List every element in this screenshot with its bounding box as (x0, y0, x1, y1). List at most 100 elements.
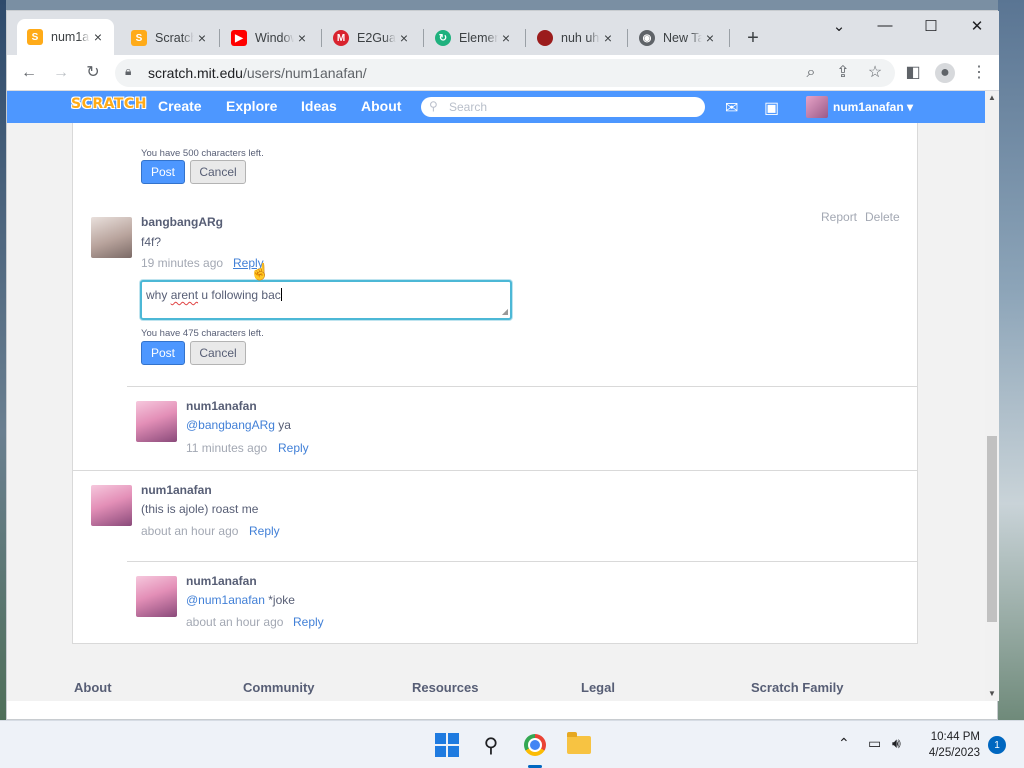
search-placeholder: Search (449, 100, 488, 114)
close-tab-icon[interactable]: × (294, 30, 310, 46)
nav-ideas[interactable]: Ideas (301, 98, 337, 114)
file-explorer-button[interactable] (565, 731, 593, 759)
url-text[interactable]: scratch.mit.edu/users/num1anafan/ (148, 65, 367, 81)
scrollbar-thumb[interactable] (987, 436, 997, 622)
tab-num1anafan[interactable]: S num1anafan × (17, 19, 114, 55)
close-tab-icon[interactable]: × (600, 30, 616, 46)
browser-toolbar: ← → ↻ 🔒︎ scratch.mit.edu/users/num1anafa… (7, 55, 999, 91)
footer-about[interactable]: About (74, 680, 112, 695)
tab-title: Windows (255, 31, 294, 45)
hand-cursor-icon: ☝ (250, 264, 270, 281)
close-tab-icon[interactable]: × (90, 29, 106, 45)
avatar (136, 576, 177, 617)
zoom-icon[interactable]: ⌕ (801, 63, 821, 83)
chars-left-text: You have 500 characters left. (141, 148, 264, 159)
avatar (91, 485, 132, 526)
scratch-logo[interactable]: SCRATCH (71, 96, 146, 118)
windows-logo-icon (435, 733, 459, 757)
account-menu[interactable]: num1anafan ▾ (833, 100, 913, 114)
close-tab-icon[interactable]: × (498, 30, 514, 46)
clock-date: 4/25/2023 (928, 747, 980, 759)
chrome-taskbar-button[interactable] (521, 731, 549, 759)
tab-title: Scratch (155, 31, 194, 45)
delete-link[interactable]: Delete (865, 210, 900, 224)
messages-icon[interactable]: ✉ (725, 98, 738, 118)
avatar (136, 401, 177, 442)
reply-author[interactable]: num1anafan (186, 399, 257, 413)
comment-author[interactable]: bangbangARg (141, 215, 223, 229)
page-scrollbar[interactable]: ▲ ▼ (985, 91, 999, 701)
footer-community[interactable]: Community (243, 680, 315, 695)
tab-windows[interactable]: ▶ Windows × (221, 23, 318, 53)
post-button[interactable]: Post (141, 341, 185, 365)
menu-kebab-icon[interactable]: ⋮ (969, 63, 989, 83)
my-stuff-icon[interactable]: ▣ (764, 98, 779, 118)
tab-new-tab[interactable]: ◉ New Tab × (629, 23, 726, 53)
maximize-icon[interactable]: ☐ (921, 17, 941, 35)
volume-icon[interactable]: 🔊︎ (892, 735, 901, 752)
avatar[interactable] (806, 96, 828, 118)
reply-textarea[interactable]: why arent u following bac ◢ (140, 280, 512, 320)
reload-icon[interactable]: ↻ (83, 63, 103, 83)
network-icon[interactable]: ▭ (868, 735, 881, 752)
footer-legal[interactable]: Legal (581, 680, 615, 695)
profile-avatar-icon[interactable]: ● (935, 63, 955, 83)
tab-e2guardian[interactable]: M E2Guardian × (323, 23, 420, 53)
scroll-up-icon[interactable]: ▲ (987, 93, 997, 102)
page-viewport: ◢ You have 500 characters left. Post Can… (7, 91, 985, 701)
chars-left-text: You have 475 characters left. (141, 328, 264, 339)
forward-icon[interactable]: → (51, 63, 71, 83)
close-tab-icon[interactable]: × (396, 30, 412, 46)
comments-card: ◢ You have 500 characters left. Post Can… (72, 91, 918, 644)
lock-icon[interactable]: 🔒︎ (125, 64, 131, 79)
side-panel-icon[interactable]: ◧ (903, 63, 923, 83)
address-bar[interactable]: 🔒︎ scratch.mit.edu/users/num1anafan/ ⌕ ⇪… (115, 59, 895, 87)
footer: About Community Resources Legal Scratch … (7, 676, 985, 701)
start-button[interactable] (433, 731, 461, 759)
mention-link[interactable]: @bangbangARg (186, 418, 275, 432)
system-clock[interactable]: 10:44 PM 4/25/2023 (918, 729, 980, 761)
tray-chevron-up-icon[interactable]: ⌃ (838, 735, 850, 752)
search-input[interactable]: ⚲ Search (421, 97, 705, 117)
search-icon[interactable]: ⚲ (477, 731, 505, 759)
cancel-button[interactable]: Cancel (190, 160, 246, 184)
reply-link[interactable]: Reply (249, 524, 280, 538)
minimize-icon[interactable]: — (875, 17, 895, 34)
report-link[interactable]: Report (821, 210, 857, 224)
back-icon[interactable]: ← (19, 63, 39, 83)
tab-elements[interactable]: ↻ Elements × (425, 23, 522, 53)
nav-explore[interactable]: Explore (226, 98, 277, 114)
reply-divider (127, 386, 918, 387)
bookmark-star-icon[interactable]: ☆ (865, 63, 885, 83)
reply-link[interactable]: Reply (293, 615, 324, 629)
nav-about[interactable]: About (361, 98, 401, 114)
new-tab-button[interactable]: + (743, 27, 763, 50)
reply-author[interactable]: num1anafan (186, 574, 257, 588)
close-tab-icon[interactable]: × (194, 30, 210, 46)
reply-text: @bangbangARg ya (186, 418, 291, 432)
chevron-down-icon: ▾ (907, 100, 914, 114)
tab-scratch[interactable]: S Scratch × (121, 23, 218, 53)
mention-link[interactable]: @num1anafan (186, 593, 265, 607)
browser-window: S num1anafan × S Scratch × ▶ Windows × M… (6, 10, 999, 720)
scroll-down-icon[interactable]: ▼ (987, 689, 997, 698)
share-icon[interactable]: ⇪ (833, 63, 853, 83)
comment-author[interactable]: num1anafan (141, 483, 212, 497)
cancel-button[interactable]: Cancel (190, 341, 246, 365)
notification-badge[interactable]: 1 (988, 736, 1006, 754)
tab-search-chevron-icon[interactable]: ⌄ (829, 17, 849, 35)
footer-resources[interactable]: Resources (412, 680, 478, 695)
close-window-icon[interactable]: ✕ (967, 17, 987, 35)
post-button[interactable]: Post (141, 160, 185, 184)
tab-nuh-uh[interactable]: nuh uh × (527, 23, 624, 53)
reply-link[interactable]: Reply (278, 441, 309, 455)
reply-text: @num1anafan *joke (186, 593, 295, 607)
footer-scratch-family[interactable]: Scratch Family (751, 680, 844, 695)
close-tab-icon[interactable]: × (702, 30, 718, 46)
tab-separator (219, 29, 220, 47)
nav-create[interactable]: Create (158, 98, 202, 114)
tab-separator (627, 29, 628, 47)
red-circle-icon (537, 30, 553, 46)
tab-title: num1anafan (51, 30, 90, 44)
comment-text: f4f? (141, 235, 162, 249)
